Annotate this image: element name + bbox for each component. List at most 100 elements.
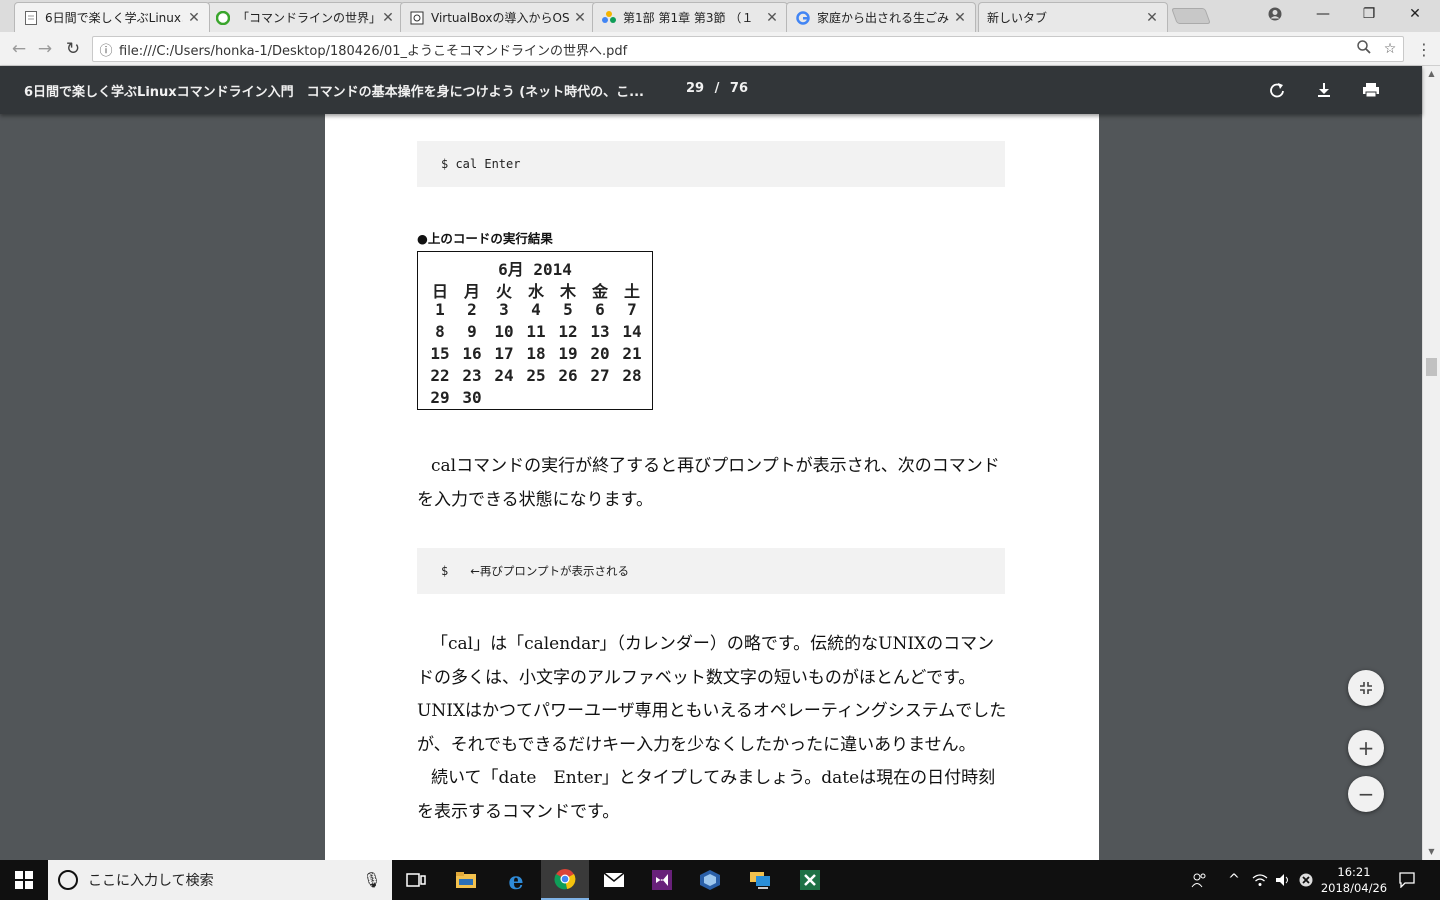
code-text: $ cal Enter: [441, 157, 521, 171]
calendar-day: 5: [563, 300, 573, 319]
address-url[interactable]: file:///C:/Users/honka-1/Desktop/180426/…: [119, 40, 1351, 59]
new-tab-button[interactable]: [1171, 8, 1211, 24]
weekday: 木: [559, 282, 576, 301]
scroll-down-icon[interactable]: ▼: [1423, 844, 1440, 860]
paragraph: 「cal」は「calendar」（カレンダー）の略です。伝統的なUNIXのコマン…: [417, 634, 1007, 755]
calendar-day: 29: [430, 388, 450, 407]
tab-virtualbox[interactable]: VirtualBoxの導入からOSイ ✕: [400, 2, 596, 32]
calendar-day: [520, 388, 552, 410]
scroll-up-icon[interactable]: ▲: [1423, 66, 1440, 82]
page-current[interactable]: 29: [686, 81, 704, 96]
code-block-prompt: $ ←再びプロンプトが表示される: [417, 548, 1005, 594]
volume-icon[interactable]: [1272, 860, 1294, 900]
close-icon[interactable]: ✕: [1145, 10, 1159, 26]
back-arrow-icon[interactable]: ←: [8, 38, 30, 60]
tab-title: 新しいタブ: [987, 11, 1048, 25]
system-clock[interactable]: 16:21 2018/04/26: [1316, 864, 1392, 896]
people-icon[interactable]: [1184, 860, 1214, 900]
download-icon[interactable]: [1312, 78, 1336, 102]
show-hidden-icons-icon[interactable]: ^: [1222, 860, 1246, 900]
forward-arrow-icon[interactable]: →: [34, 38, 56, 60]
action-center-icon[interactable]: [1394, 860, 1420, 900]
taskbar-search[interactable]: ここに入力して検索 🎙: [48, 860, 392, 900]
close-icon[interactable]: ✕: [381, 10, 395, 26]
file-explorer-icon[interactable]: [442, 860, 490, 900]
visual-studio-icon[interactable]: [638, 860, 686, 900]
reload-icon[interactable]: ↻: [62, 38, 84, 60]
calendar-day: 7: [627, 300, 637, 319]
search-icon[interactable]: [1351, 40, 1377, 58]
microphone-icon[interactable]: 🎙: [352, 871, 392, 889]
tab-title: 家庭から出される生ごみ - G: [817, 11, 949, 25]
close-icon[interactable]: ✕: [573, 10, 587, 26]
calendar-header: 6月 2014: [498, 260, 572, 279]
calendar-day: 4: [531, 300, 541, 319]
profile-icon[interactable]: [1252, 0, 1298, 28]
google-icon: [795, 10, 811, 26]
green-circle-icon: [215, 10, 231, 26]
address-bar[interactable]: ⓘ file:///C:/Users/honka-1/Desktop/18042…: [92, 36, 1404, 62]
bookmark-star-icon[interactable]: ☆: [1377, 41, 1403, 57]
calendar-day: [552, 388, 584, 410]
pdf-title: 6日間で楽しく学ぶLinuxコマンドライン入門 コマンドの基本操作を身につけよう…: [24, 85, 644, 100]
calendar-day: 30: [462, 388, 482, 407]
print-icon[interactable]: [1359, 78, 1383, 102]
window-close-icon[interactable]: ✕: [1392, 0, 1438, 28]
calendar-day: 3: [499, 300, 509, 319]
zoom-in-icon[interactable]: +: [1348, 730, 1384, 766]
close-icon[interactable]: ✕: [765, 10, 779, 26]
restore-icon[interactable]: ❐: [1346, 0, 1392, 28]
close-icon[interactable]: ✕: [953, 10, 967, 26]
calendar-day: 8: [435, 322, 445, 341]
calendar-weekdays: 日 月 火 水 木 金 土: [424, 278, 648, 301]
clock-date: 2018/04/26: [1320, 881, 1388, 895]
virtualbox-icon[interactable]: [686, 860, 734, 900]
windows-start-icon[interactable]: [0, 860, 48, 900]
search-placeholder[interactable]: ここに入力して検索: [88, 870, 352, 890]
code-prompt: $: [441, 564, 449, 578]
calendar-day: 19: [558, 344, 578, 363]
network-error-icon[interactable]: [1296, 860, 1316, 900]
pdf-page: $ cal Enter ●上のコードの実行結果 6月 2014 日 月 火 水 …: [325, 114, 1099, 860]
fit-to-page-icon[interactable]: [1348, 670, 1384, 706]
weekday: 日: [431, 282, 448, 301]
scroll-thumb[interactable]: [1426, 358, 1437, 376]
calendar-day: 23: [462, 366, 482, 385]
tab-google-search[interactable]: 家庭から出される生ごみ - G ✕: [786, 2, 976, 32]
weekday: 金: [591, 282, 608, 301]
close-icon[interactable]: ✕: [187, 10, 201, 26]
tab-command-line-edit[interactable]: 「コマンドラインの世界」を編集 ✕: [206, 2, 404, 32]
calendar-day: 14: [622, 322, 642, 341]
tab-linux-pdf[interactable]: 6日間で楽しく学ぶLinuxコマ ✕: [14, 2, 210, 32]
tab-part1-chapter1[interactable]: 第1部 第1章 第3節 （１ ✕: [592, 2, 788, 32]
task-view-icon[interactable]: [392, 860, 440, 900]
calendar-week: 15 16 17 18 19 20 21: [424, 344, 648, 366]
excel-icon[interactable]: [786, 860, 834, 900]
calendar-day: 12: [558, 322, 578, 341]
colorful-star-icon: [601, 10, 617, 26]
weekday: 月: [463, 282, 480, 301]
info-icon[interactable]: ⓘ: [93, 40, 119, 59]
browser-toolbar: ← → ↻ ⓘ file:///C:/Users/honka-1/Desktop…: [0, 32, 1440, 66]
calendar-day: 24: [494, 366, 514, 385]
remote-desktop-icon[interactable]: [736, 860, 784, 900]
minimize-icon[interactable]: —: [1300, 0, 1346, 28]
mail-icon[interactable]: [590, 860, 638, 900]
result-label: ●上のコードの実行結果: [417, 231, 553, 246]
edge-browser-icon[interactable]: e: [492, 860, 540, 900]
tab-new-tab[interactable]: 新しいタブ ✕: [978, 2, 1168, 32]
vertical-scrollbar[interactable]: ▲ ▼: [1422, 66, 1440, 860]
weekday: 火: [495, 282, 512, 301]
chrome-icon[interactable]: [541, 860, 589, 900]
calendar-day: 26: [558, 366, 578, 385]
menu-icon[interactable]: ⋮: [1416, 40, 1432, 60]
cortana-icon: [58, 870, 78, 890]
tab-strip: 6日間で楽しく学ぶLinuxコマ ✕ 「コマンドラインの世界」を編集 ✕ Vir…: [0, 0, 1440, 32]
calendar-day: 13: [590, 322, 610, 341]
calendar-week: 1 2 3 4 5 6 7: [424, 300, 648, 322]
clock-time: 16:21: [1337, 865, 1371, 879]
zoom-out-icon[interactable]: −: [1348, 776, 1384, 812]
wifi-icon[interactable]: [1248, 860, 1272, 900]
rotate-icon[interactable]: [1265, 78, 1289, 102]
document-icon: [23, 10, 39, 26]
